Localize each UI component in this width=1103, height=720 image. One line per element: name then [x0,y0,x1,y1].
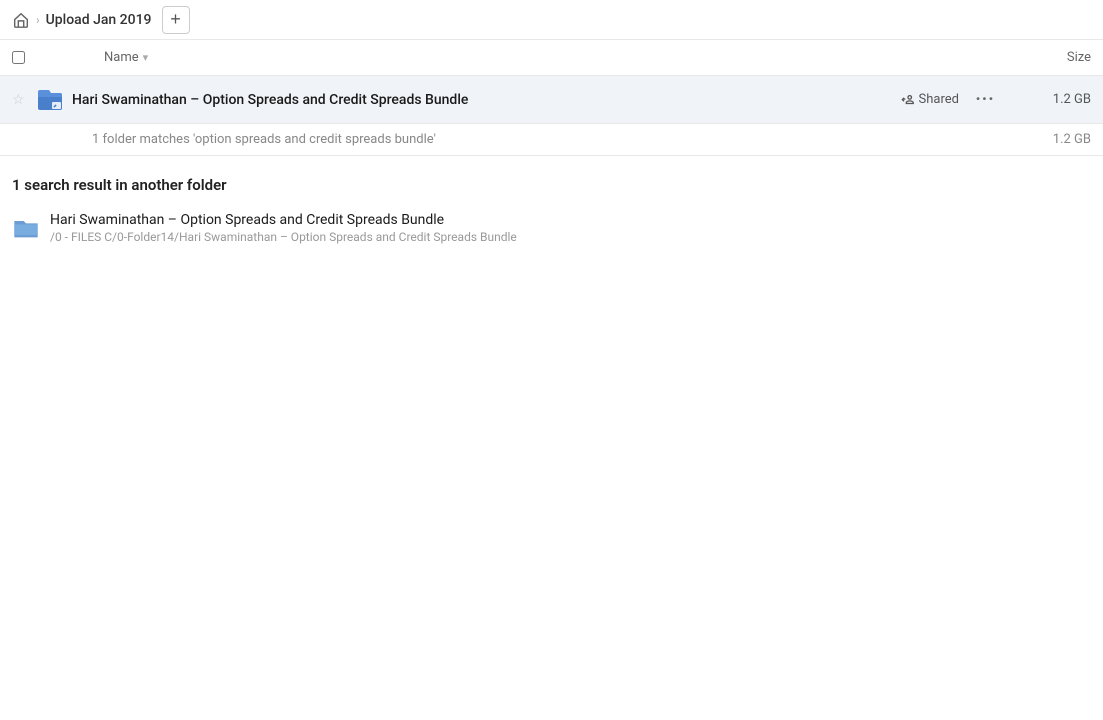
select-all-input[interactable] [12,51,25,64]
match-info-row: 1 folder matches 'option spreads and cre… [0,124,1103,156]
search-result-info: Hari Swaminathan – Option Spreads and Cr… [50,212,517,244]
more-options-button[interactable]: ··· [971,86,999,114]
breadcrumb-bar: › Upload Jan 2019 + [0,0,1103,40]
file-name: Hari Swaminathan – Option Spreads and Cr… [72,92,901,108]
match-size: 1.2 GB [1053,132,1091,147]
file-size: 1.2 GB [1011,92,1091,107]
section-header: 1 search result in another folder [0,156,1103,204]
breadcrumb-title: Upload Jan 2019 [46,12,152,28]
shared-label: Shared [919,92,959,107]
column-headers: Name ▾ Size [0,40,1103,76]
select-all-checkbox[interactable] [12,51,44,64]
star-icon[interactable]: ☆ [12,92,36,108]
folder-icon [12,214,40,242]
home-icon[interactable] [12,11,30,29]
shared-badge[interactable]: Shared [901,92,959,107]
file-type-icon [36,86,72,114]
add-button[interactable]: + [162,6,190,34]
search-result-path: /0 - FILES C/0-Folder14/Hari Swaminathan… [50,230,517,244]
size-label: Size [1067,50,1091,65]
search-result-name: Hari Swaminathan – Option Spreads and Cr… [50,212,517,228]
match-text: 1 folder matches 'option spreads and cre… [92,132,436,147]
name-label: Name [104,50,139,65]
sort-icon: ▾ [143,51,149,64]
search-result-row[interactable]: Hari Swaminathan – Option Spreads and Cr… [0,204,1103,252]
name-column-header[interactable]: Name ▾ [104,50,1011,65]
size-column-header[interactable]: Size [1011,50,1091,65]
file-row[interactable]: ☆ Hari Swaminathan – Option Spreads and … [0,76,1103,124]
breadcrumb-separator: › [36,13,40,27]
